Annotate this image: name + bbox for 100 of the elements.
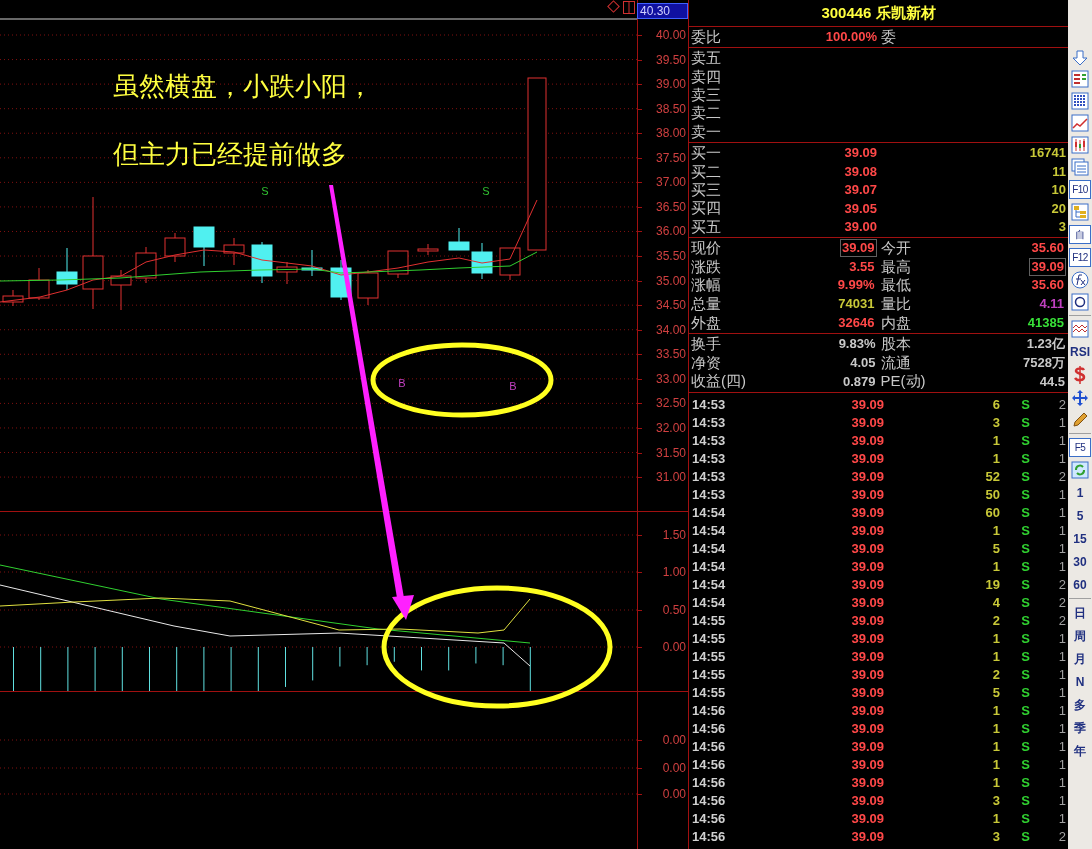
stat-value: 39.09: [1029, 257, 1066, 276]
axis-label: 0.00: [662, 761, 686, 775]
toolbar-button[interactable]: 多: [1069, 695, 1091, 714]
trade-price: 39.09: [850, 611, 884, 630]
axis-label: 1.00: [662, 565, 686, 579]
stat-label: 总量: [691, 295, 721, 313]
trade-price: 39.09: [850, 683, 884, 702]
trade-volume: 3: [991, 791, 1000, 810]
axis-label: 38.50: [655, 101, 686, 116]
axis-label: 32.00: [655, 420, 686, 435]
trade-time: 14:53: [692, 431, 727, 450]
function-icon[interactable]: [1071, 271, 1089, 289]
trade-time: 14:56: [692, 719, 727, 738]
trade-side: S: [1020, 413, 1031, 432]
axis-label: 35.50: [655, 249, 686, 264]
trade-side: S: [1020, 557, 1031, 576]
toolbar-button[interactable]: 30: [1069, 552, 1091, 571]
stat-value: 39.09: [839, 239, 877, 258]
refresh-icon[interactable]: [1071, 461, 1089, 479]
trade-side: S: [1020, 809, 1031, 828]
axis-label: 36.00: [655, 224, 686, 239]
line-chart-icon[interactable]: [1071, 114, 1089, 132]
trade-volume: 2: [991, 611, 1000, 630]
axis-label: 33.00: [655, 371, 686, 386]
trade-volume: 1: [991, 557, 1000, 576]
toolbar-button[interactable]: 周: [1069, 626, 1091, 645]
trade-side: S: [1020, 719, 1031, 738]
table-icon[interactable]: [1071, 70, 1089, 88]
toolbar-button[interactable]: 季: [1069, 718, 1091, 737]
trade-count: 2: [1057, 611, 1067, 630]
trade-time: 14:54: [692, 539, 727, 558]
toolbar-button[interactable]: 15: [1069, 529, 1091, 548]
trade-volume: 1: [991, 737, 1000, 756]
trade-volume: 1: [991, 431, 1000, 450]
trade-volume: 1: [991, 701, 1000, 720]
trade-side: S: [1020, 593, 1031, 612]
trade-side: S: [1020, 575, 1031, 594]
stat-value: 44.5: [1039, 372, 1065, 391]
candlestick: [193, 226, 215, 267]
document-icon[interactable]: [1071, 158, 1089, 176]
trade-count: 1: [1057, 809, 1067, 828]
toolbar-button[interactable]: 自: [1069, 225, 1091, 244]
window-icon[interactable]: [623, 1, 635, 14]
stat-value: 32646: [837, 313, 876, 332]
axis-label: 31.00: [655, 470, 686, 485]
trade-volume: 1: [991, 755, 1000, 774]
trade-volume: 52: [984, 467, 1000, 486]
stat-value: 7528万: [1023, 354, 1065, 372]
trade-count: 1: [1057, 737, 1067, 756]
candlestick: [417, 243, 439, 256]
circle-icon[interactable]: [1071, 293, 1089, 311]
stat-value: 35.60: [1030, 239, 1065, 258]
trade-price: 39.09: [850, 701, 884, 720]
toolbar-button[interactable]: N: [1069, 672, 1091, 691]
move-icon[interactable]: [1071, 389, 1089, 407]
trade-count: 1: [1057, 701, 1067, 720]
toolbar-button[interactable]: F10: [1069, 180, 1091, 199]
trade-count: 1: [1057, 539, 1067, 558]
grid-icon[interactable]: [1071, 92, 1089, 110]
candlestick: [223, 237, 245, 266]
current-price-label: 40.30: [637, 3, 688, 19]
axis-label: 36.50: [655, 199, 686, 214]
bid-volume: 10: [1050, 181, 1067, 200]
toolbar-button[interactable]: 5: [1069, 506, 1091, 525]
trade-side: S: [1020, 485, 1031, 504]
trade-count: 1: [1057, 773, 1067, 792]
trade-time: 14:56: [692, 737, 727, 756]
pencil-icon[interactable]: [1071, 411, 1089, 429]
trade-time: 14:56: [692, 701, 727, 720]
trade-side: S: [1020, 467, 1031, 486]
trade-price: 39.09: [850, 755, 884, 774]
trade-volume: 19: [984, 575, 1000, 594]
axis-label: 32.50: [655, 396, 686, 411]
candlestick-icon[interactable]: [1071, 136, 1089, 154]
stat-value: 4.05: [850, 354, 876, 372]
trade-count: 1: [1057, 719, 1067, 738]
trade-time: 14:55: [692, 665, 727, 684]
toolbar-button[interactable]: 60: [1069, 575, 1091, 594]
toolbar-button[interactable]: F5: [1069, 438, 1091, 457]
wave-chart-icon[interactable]: [1071, 320, 1089, 338]
toolbar-button[interactable]: F12: [1069, 248, 1091, 267]
bid-level-label: 买二: [691, 162, 722, 181]
toolbar-button[interactable]: 月: [1069, 649, 1091, 668]
bid-price: 39.07: [843, 181, 877, 200]
tree-icon[interactable]: [1071, 203, 1089, 221]
axis-label: 39.00: [655, 77, 686, 92]
toolbar-button[interactable]: 1: [1069, 483, 1091, 502]
bid-volume: 16741: [1028, 144, 1067, 163]
toolbar-button[interactable]: RSI: [1069, 342, 1091, 361]
trade-price: 39.09: [850, 791, 884, 810]
stat-value: 9.99%: [836, 276, 876, 295]
trade-volume: 3: [991, 413, 1000, 432]
arrow-down-icon[interactable]: [1071, 50, 1089, 66]
trade-side: S: [1020, 449, 1031, 468]
stat-value: 9.83%: [838, 335, 876, 354]
toolbar-button[interactable]: 日: [1069, 603, 1091, 622]
dollar-icon[interactable]: [1072, 365, 1088, 385]
toolbar-button[interactable]: 年: [1069, 741, 1091, 760]
trade-time: 14:55: [692, 647, 727, 666]
trade-count: 1: [1057, 791, 1067, 810]
